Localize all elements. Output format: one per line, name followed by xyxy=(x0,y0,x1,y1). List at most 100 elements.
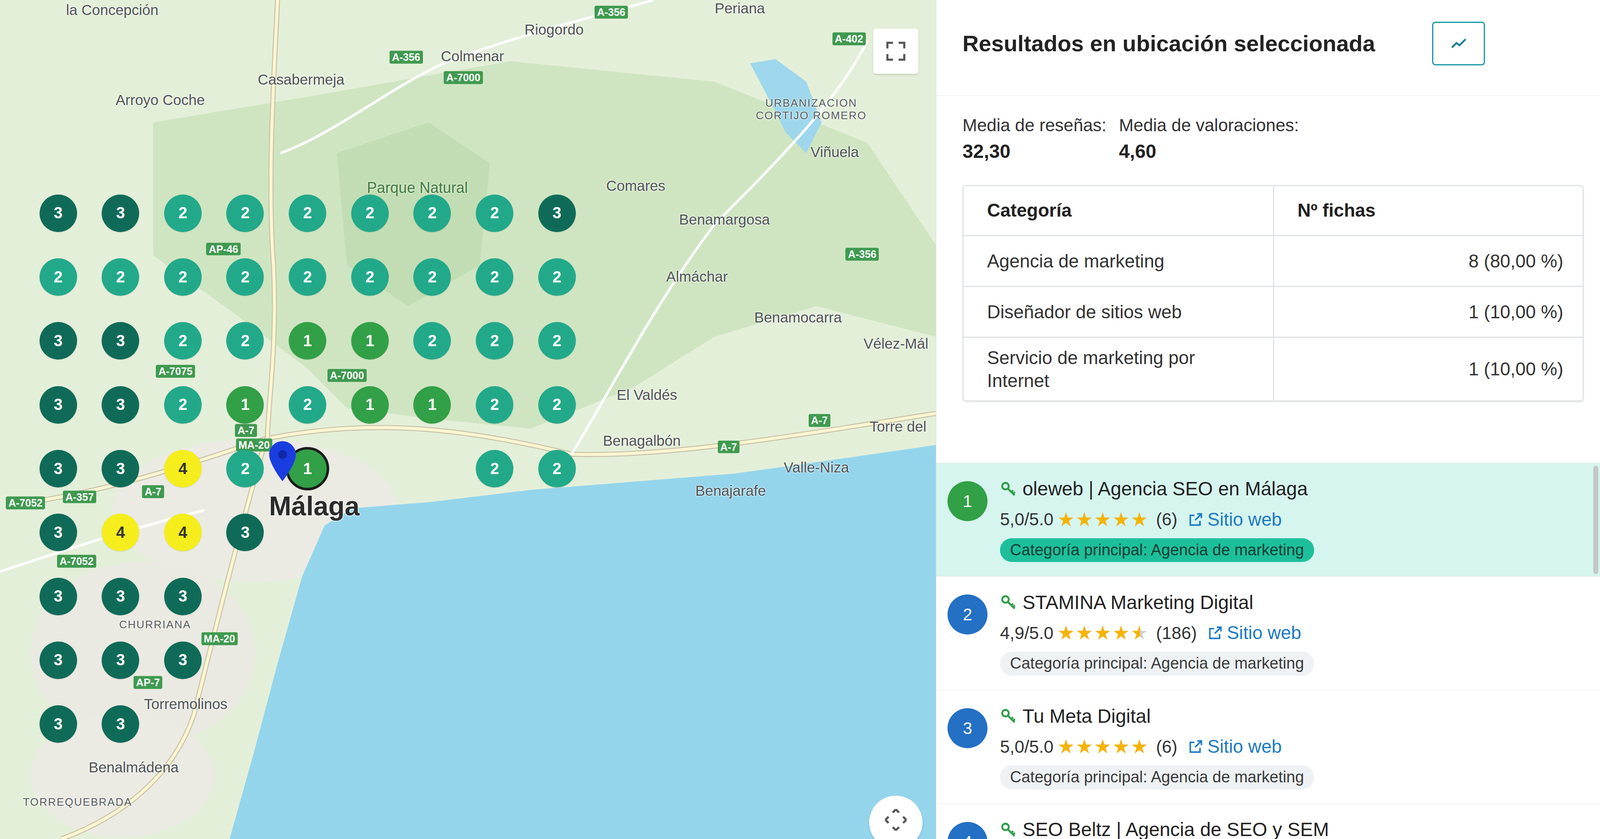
fullscreen-button[interactable] xyxy=(873,28,919,74)
star-fill: ★ xyxy=(1075,509,1095,530)
marker-rank: 2 xyxy=(427,201,437,225)
grid-marker[interactable]: 2 xyxy=(538,258,576,296)
grid-marker[interactable]: 3 xyxy=(101,450,140,488)
grid-marker[interactable]: 2 xyxy=(39,258,78,296)
result-item[interactable]: 2STAMINA Marketing Digital4,9/5.0★★★★★★★… xyxy=(936,576,1600,691)
grid-marker[interactable]: 3 xyxy=(164,641,202,680)
grid-marker[interactable]: 2 xyxy=(164,322,202,360)
website-link[interactable]: Sitio web xyxy=(1207,619,1302,647)
grid-marker[interactable]: 2 xyxy=(351,194,389,233)
grid-marker[interactable]: 3 xyxy=(101,194,140,233)
table-row: Agencia de marketing8 (80,00 %) xyxy=(963,236,1583,288)
grid-marker[interactable]: 3 xyxy=(538,194,576,233)
grid-marker[interactable]: 2 xyxy=(101,258,140,296)
website-link-text[interactable]: Sitio web xyxy=(1227,619,1302,647)
website-link[interactable]: Sitio web xyxy=(1187,505,1283,534)
result-item[interactable]: 3 Tu Meta Digital 5,0/5.0★★★★★★★★★★(6)Siti… xyxy=(936,690,1600,805)
rank-badge: 1 xyxy=(947,481,988,522)
grid-marker[interactable]: 3 xyxy=(101,386,140,424)
grid-marker[interactable]: 3 xyxy=(39,577,78,616)
grid-marker[interactable]: 4 xyxy=(164,513,202,552)
grid-marker[interactable]: 3 xyxy=(39,641,78,680)
table-cell: Agencia de marketing xyxy=(963,236,1275,286)
grid-marker[interactable]: 3 xyxy=(226,513,264,552)
marker-rank: 1 xyxy=(427,392,437,417)
road-shield: A-356 xyxy=(845,247,879,261)
result-item[interactable]: 4SEO Beltz | Agencia de SEO y SEM xyxy=(936,804,1600,839)
website-link-text[interactable]: Sitio web xyxy=(1207,505,1283,534)
grid-marker[interactable]: 2 xyxy=(475,386,514,424)
marker-rank: 2 xyxy=(178,265,188,290)
grid-marker[interactable]: 3 xyxy=(39,705,78,743)
grid-marker[interactable]: 2 xyxy=(226,194,264,233)
chart-button[interactable] xyxy=(1432,21,1485,66)
grid-marker[interactable]: 1 xyxy=(226,386,264,424)
marker-rank: 2 xyxy=(552,392,562,417)
road-shield: A-7052 xyxy=(57,555,97,568)
grid-marker[interactable]: 2 xyxy=(538,450,576,488)
grid-marker[interactable]: 2 xyxy=(164,258,202,296)
grid-marker[interactable]: 2 xyxy=(226,322,264,360)
grid-marker[interactable]: 2 xyxy=(413,322,451,360)
grid-marker[interactable]: 3 xyxy=(101,641,140,680)
marker-rank: 3 xyxy=(178,584,188,609)
location-pin-icon[interactable] xyxy=(269,440,296,482)
result-name[interactable]: oleweb | Agencia SEO en Málaga xyxy=(1022,477,1308,501)
marker-rank: 2 xyxy=(365,265,375,290)
grid-marker[interactable]: 2 xyxy=(351,258,389,296)
grid-marker[interactable]: 1 xyxy=(351,386,389,424)
grid-marker[interactable]: 3 xyxy=(39,450,78,488)
grid-marker[interactable]: 2 xyxy=(164,386,202,424)
grid-marker[interactable]: 1 xyxy=(351,322,389,360)
grid-marker[interactable]: 3 xyxy=(39,386,78,424)
stats: Media de reseñas:32,30Media de valoracio… xyxy=(936,95,1600,164)
result-name[interactable]: STAMINA Marketing Digital xyxy=(1022,591,1254,615)
grid-marker[interactable]: 2 xyxy=(538,386,576,424)
grid-marker[interactable]: 4 xyxy=(101,513,140,552)
map-label: Periana xyxy=(714,0,765,20)
grid-marker[interactable]: 1 xyxy=(288,322,327,360)
grid-marker[interactable]: 3 xyxy=(39,194,78,233)
grid-marker[interactable]: 2 xyxy=(475,194,514,233)
result-item[interactable]: 1oleweb | Agencia SEO en Málaga5,0/5.0★★… xyxy=(936,463,1600,578)
star-fill: ★ xyxy=(1130,509,1150,530)
grid-marker[interactable]: 2 xyxy=(226,258,264,296)
table-cell: 1 (10,00 %) xyxy=(1274,337,1583,401)
grid-marker[interactable]: 2 xyxy=(413,258,451,296)
star-icon: ★★ xyxy=(1130,622,1150,643)
grid-marker[interactable]: 4 xyxy=(164,450,202,488)
grid-marker[interactable]: 2 xyxy=(475,258,514,296)
grid-marker[interactable]: 3 xyxy=(101,322,140,360)
grid-marker[interactable]: 2 xyxy=(288,194,327,233)
map-label: Benagalbón xyxy=(602,430,681,453)
star-icon: ★★ xyxy=(1057,736,1076,757)
result-name[interactable]: Tu Meta Digital xyxy=(1022,705,1151,728)
grid-marker[interactable]: 2 xyxy=(475,450,514,488)
rank-badge: 3 xyxy=(947,708,988,749)
stars: ★★★★★★★★★★ xyxy=(1057,622,1150,643)
grid-marker[interactable]: 2 xyxy=(164,194,202,233)
grid-marker[interactable]: 3 xyxy=(39,322,78,360)
website-link[interactable]: Sitio web xyxy=(1187,732,1283,761)
table-cell: Diseñador de sitios web xyxy=(963,287,1275,337)
grid-marker[interactable]: 2 xyxy=(226,450,264,488)
map-label: URBANIZACION xyxy=(765,95,858,112)
grid-marker[interactable]: 3 xyxy=(164,577,202,616)
grid-marker[interactable]: 2 xyxy=(413,194,451,233)
grid-marker[interactable]: 2 xyxy=(538,322,576,360)
grid-marker[interactable]: 1 xyxy=(413,386,451,424)
trend-chart-icon xyxy=(1449,34,1468,53)
map[interactable]: la ConcepciónPerianaRiogordoColmenarCasa… xyxy=(0,0,936,839)
grid-marker[interactable]: 2 xyxy=(475,322,514,360)
result-name[interactable]: SEO Beltz | Agencia de SEO y SEM xyxy=(1022,818,1330,839)
rating-row: 5,0/5.0★★★★★★★★★★(6)Sitio web xyxy=(1000,732,1315,761)
grid-marker[interactable]: 3 xyxy=(39,513,78,552)
scrollbar[interactable] xyxy=(1593,465,1599,575)
grid-marker[interactable]: 2 xyxy=(288,258,327,296)
grid-marker[interactable]: 3 xyxy=(101,577,140,616)
website-link-text[interactable]: Sitio web xyxy=(1207,732,1283,761)
grid-marker[interactable]: 3 xyxy=(101,705,140,743)
grid-marker[interactable]: 2 xyxy=(288,386,327,424)
star-icon: ★★ xyxy=(1075,736,1095,757)
road-shield: AP-7 xyxy=(133,676,163,690)
